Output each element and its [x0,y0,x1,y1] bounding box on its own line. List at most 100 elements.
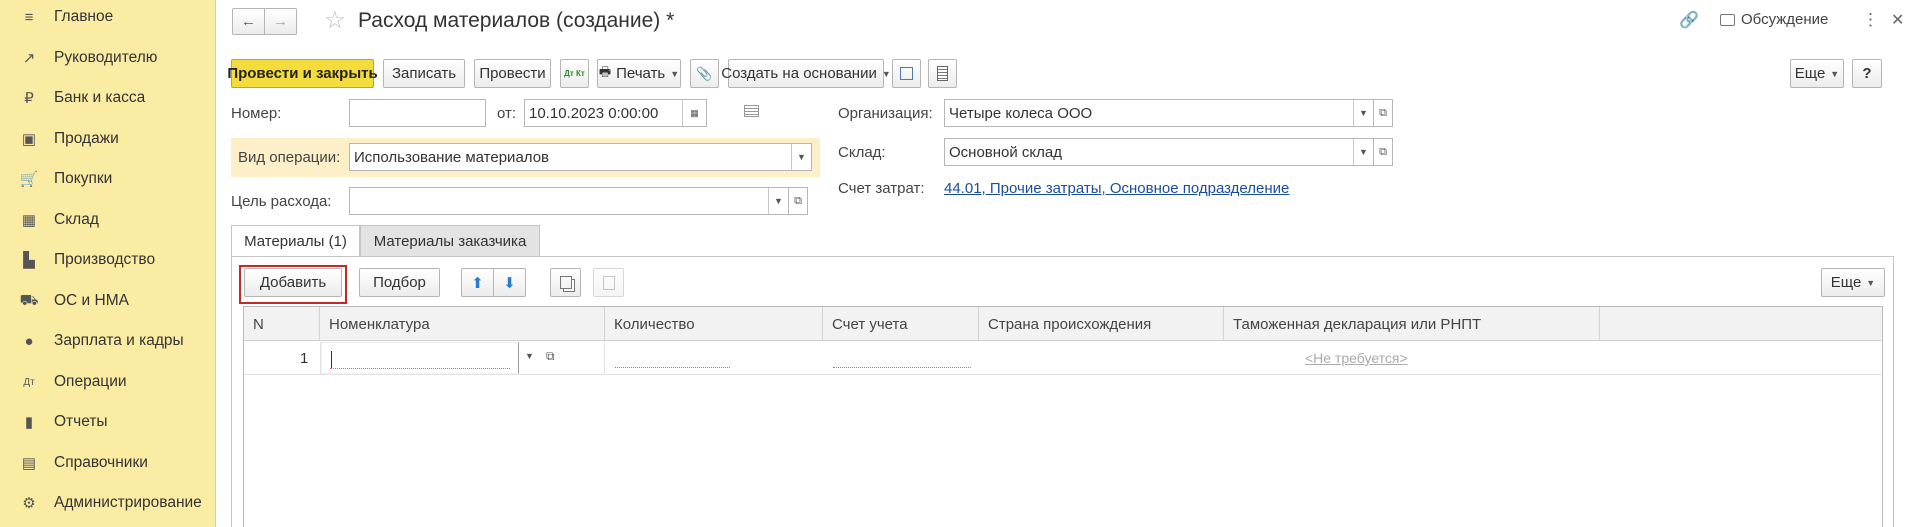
person-icon: ● [24,332,34,350]
column-header-account[interactable]: Счет учета [823,307,979,341]
post-and-close-button[interactable]: Провести и закрыть [227,59,378,88]
back-button[interactable]: ← [232,8,265,35]
more-button[interactable]: Еще ▼ [1790,59,1844,88]
main-area: ← → ☆ Расход материалов (создание) * 🔗 О… [217,0,1920,527]
post-button[interactable]: Провести [474,59,551,88]
chevron-down-icon[interactable]: ▼ [791,144,811,170]
table-more-button[interactable]: Еще ▼ [1821,268,1885,297]
printer-icon: 🖶 [598,63,612,79]
date-label: от: [497,105,517,122]
account-required-underline [833,367,971,368]
warehouse-icon: ▦ [21,212,37,229]
sidebar-item-label: Покупки [54,170,113,187]
column-header-quantity[interactable]: Количество [605,307,823,341]
print-button[interactable]: 🖶 Печать ▼ [597,59,681,88]
column-header-country[interactable]: Страна происхождения [979,307,1224,341]
table-row[interactable]: 1 ▼ ⧉ <Не требуется> [244,342,1882,375]
sidebar-item-warehouse[interactable]: ▦ Склад [0,203,216,237]
copy-button[interactable] [550,268,581,297]
more-vertical-icon[interactable]: ⋮ [1862,10,1879,30]
sidebar-item-label: Руководителю [54,49,158,66]
discussion-button[interactable]: Обсуждение [1720,11,1828,28]
print-label: Печать [616,65,666,82]
quantity-required-underline [615,367,730,368]
sidebar-item-label: Справочники [54,454,148,471]
select-button[interactable]: Подбор [359,268,440,297]
structure-button[interactable] [892,59,921,88]
column-header-nomenclature[interactable]: Номенклатура [320,307,605,341]
sidebar-item-operations[interactable]: Дт Операции [0,365,216,399]
number-input[interactable] [349,99,486,127]
warehouse-open-button[interactable]: ⧉ [1373,138,1393,166]
create-based-on-button[interactable]: Создать на основании ▼ [721,59,891,88]
paperclip-icon: 📎 [696,65,713,81]
organization-field[interactable]: Четыре колеса ООО ▼ [944,99,1374,127]
save-button[interactable]: Записать [383,59,465,88]
add-button[interactable]: Добавить [244,268,342,297]
dt-kt-button[interactable]: Дт Кт [560,59,589,88]
structure-icon [900,67,913,80]
warehouse-label: Склад: [838,144,886,161]
sidebar: ≡ Главное ↗ Руководителю ₽ Банк и касса … [0,0,216,527]
comment-icon[interactable] [744,105,759,117]
cart-icon: 🛒 [19,171,39,188]
sidebar-item-reports[interactable]: ▮ Отчеты [0,405,216,439]
nomenclature-cell[interactable]: ▼ ⧉ [320,342,605,375]
sidebar-item-label: Банк и касса [54,89,146,106]
sidebar-item-admin[interactable]: ⚙ Администрирование [0,486,216,520]
forward-button[interactable]: → [264,8,297,35]
sidebar-item-bank[interactable]: ₽ Банк и касса [0,81,216,115]
calculator-button[interactable] [928,59,957,88]
calendar-icon[interactable]: ▦ [682,100,706,126]
column-header-n[interactable]: N [244,307,320,341]
sidebar-item-main[interactable]: ≡ Главное [0,0,216,34]
caret-down-icon: ▼ [1866,277,1876,288]
sidebar-item-assets[interactable]: ⛟ ОС и НМА [0,284,216,318]
purpose-label: Цель расхода: [231,193,332,210]
link-icon[interactable]: 🔗 [1679,10,1699,30]
tab-customer-materials[interactable]: Материалы заказчика [360,225,540,257]
sidebar-item-sales[interactable]: ▣ Продажи [0,122,216,156]
trend-icon: ↗ [22,50,36,67]
sidebar-item-label: Продажи [54,130,119,147]
materials-table: N Номенклатура Количество Счет учета Стр… [243,306,1883,527]
organization-open-button[interactable]: ⧉ [1373,99,1393,127]
warehouse-field[interactable]: Основной склад ▼ [944,138,1374,166]
ruble-icon: ₽ [24,90,34,107]
chevron-down-icon[interactable]: ▼ [525,351,534,361]
sidebar-item-purchases[interactable]: 🛒 Покупки [0,162,216,196]
caret-down-icon: ▼ [1830,68,1840,79]
help-button[interactable]: ? [1852,59,1882,88]
star-icon[interactable]: ☆ [324,6,346,35]
attach-button[interactable]: 📎 [690,59,719,88]
chevron-down-icon[interactable]: ▼ [1353,139,1373,165]
sidebar-item-label: Отчеты [54,413,108,430]
purpose-open-button[interactable]: ⧉ [788,187,808,215]
arrow-right-icon: → [273,13,288,30]
nomenclature-input[interactable] [321,342,519,374]
open-icon[interactable]: ⧉ [546,349,555,364]
purpose-field[interactable]: ▼ [349,187,789,215]
chevron-down-icon[interactable]: ▼ [1353,100,1373,126]
move-down-button[interactable]: ⬇ [493,268,526,297]
paste-icon [602,275,615,290]
organization-value: Четыре колеса ООО [949,104,1093,122]
sidebar-item-manager[interactable]: ↗ Руководителю [0,41,216,75]
chevron-down-icon[interactable]: ▼ [768,188,788,214]
sidebar-item-production[interactable]: ▙ Производство [0,243,216,277]
arrow-left-icon: ← [241,13,256,30]
operation-field[interactable]: Использование материалов ▼ [349,143,812,171]
number-label: Номер: [231,105,282,122]
date-input[interactable]: 10.10.2023 0:00:00 ▦ [524,99,707,127]
sidebar-item-payroll[interactable]: ● Зарплата и кадры [0,324,216,358]
cost-account-link[interactable]: 44.01, Прочие затраты, Основное подразде… [944,180,1289,197]
more-label: Еще [1794,65,1826,82]
dt-kt-icon: Дт [23,376,35,388]
tab-materials[interactable]: Материалы (1) [231,225,360,257]
paste-button[interactable] [593,268,624,297]
move-up-button[interactable]: ⬆ [461,268,494,297]
close-icon[interactable]: ✕ [1891,10,1904,30]
customs-not-required[interactable]: <Не требуется> [1305,350,1408,366]
column-header-customs[interactable]: Таможенная декларация или РНПТ [1224,307,1600,341]
sidebar-item-directories[interactable]: ▤ Справочники [0,446,216,480]
